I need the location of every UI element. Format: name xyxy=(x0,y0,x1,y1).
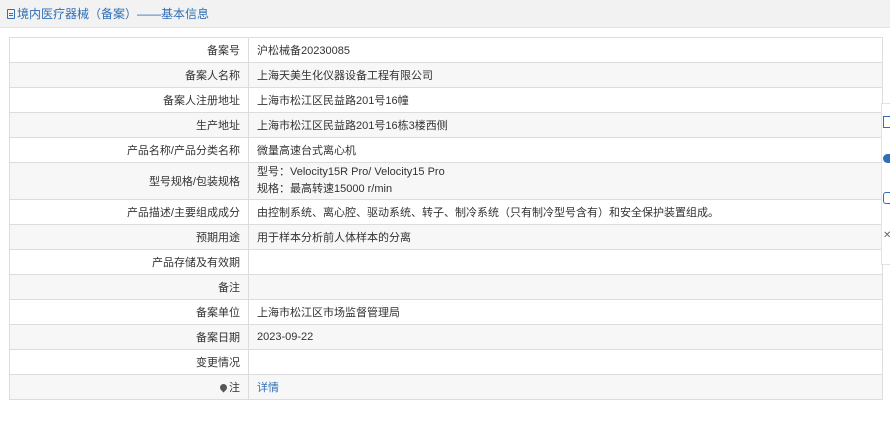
row-label: 产品描述/主要组成成分 xyxy=(9,199,249,225)
row-label: 生产地址 xyxy=(9,112,249,138)
table-row: 备案号 沪松械备20230085 xyxy=(9,37,883,63)
note-label: 注 xyxy=(229,382,240,394)
table-row: 产品名称/产品分类名称 微量高速台式离心机 xyxy=(9,137,883,163)
row-value: 上海市松江区民益路201号16栋3楼西侧 xyxy=(248,112,883,138)
page-header: 境内医疗器械（备案）——基本信息 xyxy=(0,0,890,28)
side-settings-icon[interactable] xyxy=(883,192,890,204)
table-row: 备案人注册地址 上海市松江区民益路201号16幢 xyxy=(9,87,883,113)
row-label: 型号规格/包装规格 xyxy=(9,162,249,200)
row-value: 详情 xyxy=(248,374,883,400)
row-label: 备案人名称 xyxy=(9,62,249,88)
side-document-icon[interactable] xyxy=(883,116,890,128)
row-value xyxy=(248,274,883,300)
row-value: 沪松械备20230085 xyxy=(248,37,883,63)
model-spec-line: 型号：Velocity15R Pro/ Velocity15 Pro xyxy=(257,166,445,178)
table-row: 产品描述/主要组成成分 由控制系统、离心腔、驱动系统、转子、制冷系统（只有制冷型… xyxy=(9,199,883,225)
table-row: 备注 xyxy=(9,274,883,300)
row-value: 2023-09-22 xyxy=(248,324,883,350)
row-value: 型号：Velocity15R Pro/ Velocity15 Pro 规格：最高… xyxy=(248,162,883,200)
row-value: 上海市松江区市场监督管理局 xyxy=(248,299,883,325)
table-row: 产品存储及有效期 xyxy=(9,249,883,275)
row-label: 备案单位 xyxy=(9,299,249,325)
row-value: 上海市松江区民益路201号16幢 xyxy=(248,87,883,113)
package-spec-line: 规格：最高转速15000 r/min xyxy=(257,183,393,195)
row-value: 由控制系统、离心腔、驱动系统、转子、制冷系统（只有制冷型号含有）和安全保护装置组… xyxy=(248,199,883,225)
page-title: 境内医疗器械（备案）——基本信息 xyxy=(17,7,210,21)
row-label: 备案号 xyxy=(9,37,249,63)
details-link[interactable]: 详情 xyxy=(257,382,279,394)
side-toolbar: ✕ xyxy=(881,103,890,265)
row-label: 备案日期 xyxy=(9,324,249,350)
row-label: 产品名称/产品分类名称 xyxy=(9,137,249,163)
table-row: 备案人名称 上海天美生化仪器设备工程有限公司 xyxy=(9,62,883,88)
pin-icon xyxy=(218,382,229,393)
table-row: 备案日期 2023-09-22 xyxy=(9,324,883,350)
row-label: 备案人注册地址 xyxy=(9,87,249,113)
table-row: 注 详情 xyxy=(9,374,883,400)
side-info-icon[interactable] xyxy=(883,154,890,163)
table-row: 生产地址 上海市松江区民益路201号16栋3楼西侧 xyxy=(9,112,883,138)
table-row: 变更情况 xyxy=(9,349,883,375)
row-value: 用于样本分析前人体样本的分离 xyxy=(248,224,883,250)
row-value: 上海天美生化仪器设备工程有限公司 xyxy=(248,62,883,88)
table-row: 预期用途 用于样本分析前人体样本的分离 xyxy=(9,224,883,250)
row-label: 变更情况 xyxy=(9,349,249,375)
row-label: 产品存储及有效期 xyxy=(9,249,249,275)
document-icon xyxy=(7,8,15,19)
table-row: 型号规格/包装规格 型号：Velocity15R Pro/ Velocity15… xyxy=(9,162,883,200)
side-close-icon[interactable]: ✕ xyxy=(883,230,890,242)
row-value xyxy=(248,249,883,275)
row-label: 备注 xyxy=(9,274,249,300)
row-label: 注 xyxy=(9,374,249,400)
row-value xyxy=(248,349,883,375)
row-value: 微量高速台式离心机 xyxy=(248,137,883,163)
info-table: 备案号 沪松械备20230085 备案人名称 上海天美生化仪器设备工程有限公司 … xyxy=(9,37,883,400)
table-row: 备案单位 上海市松江区市场监督管理局 xyxy=(9,299,883,325)
row-label: 预期用途 xyxy=(9,224,249,250)
